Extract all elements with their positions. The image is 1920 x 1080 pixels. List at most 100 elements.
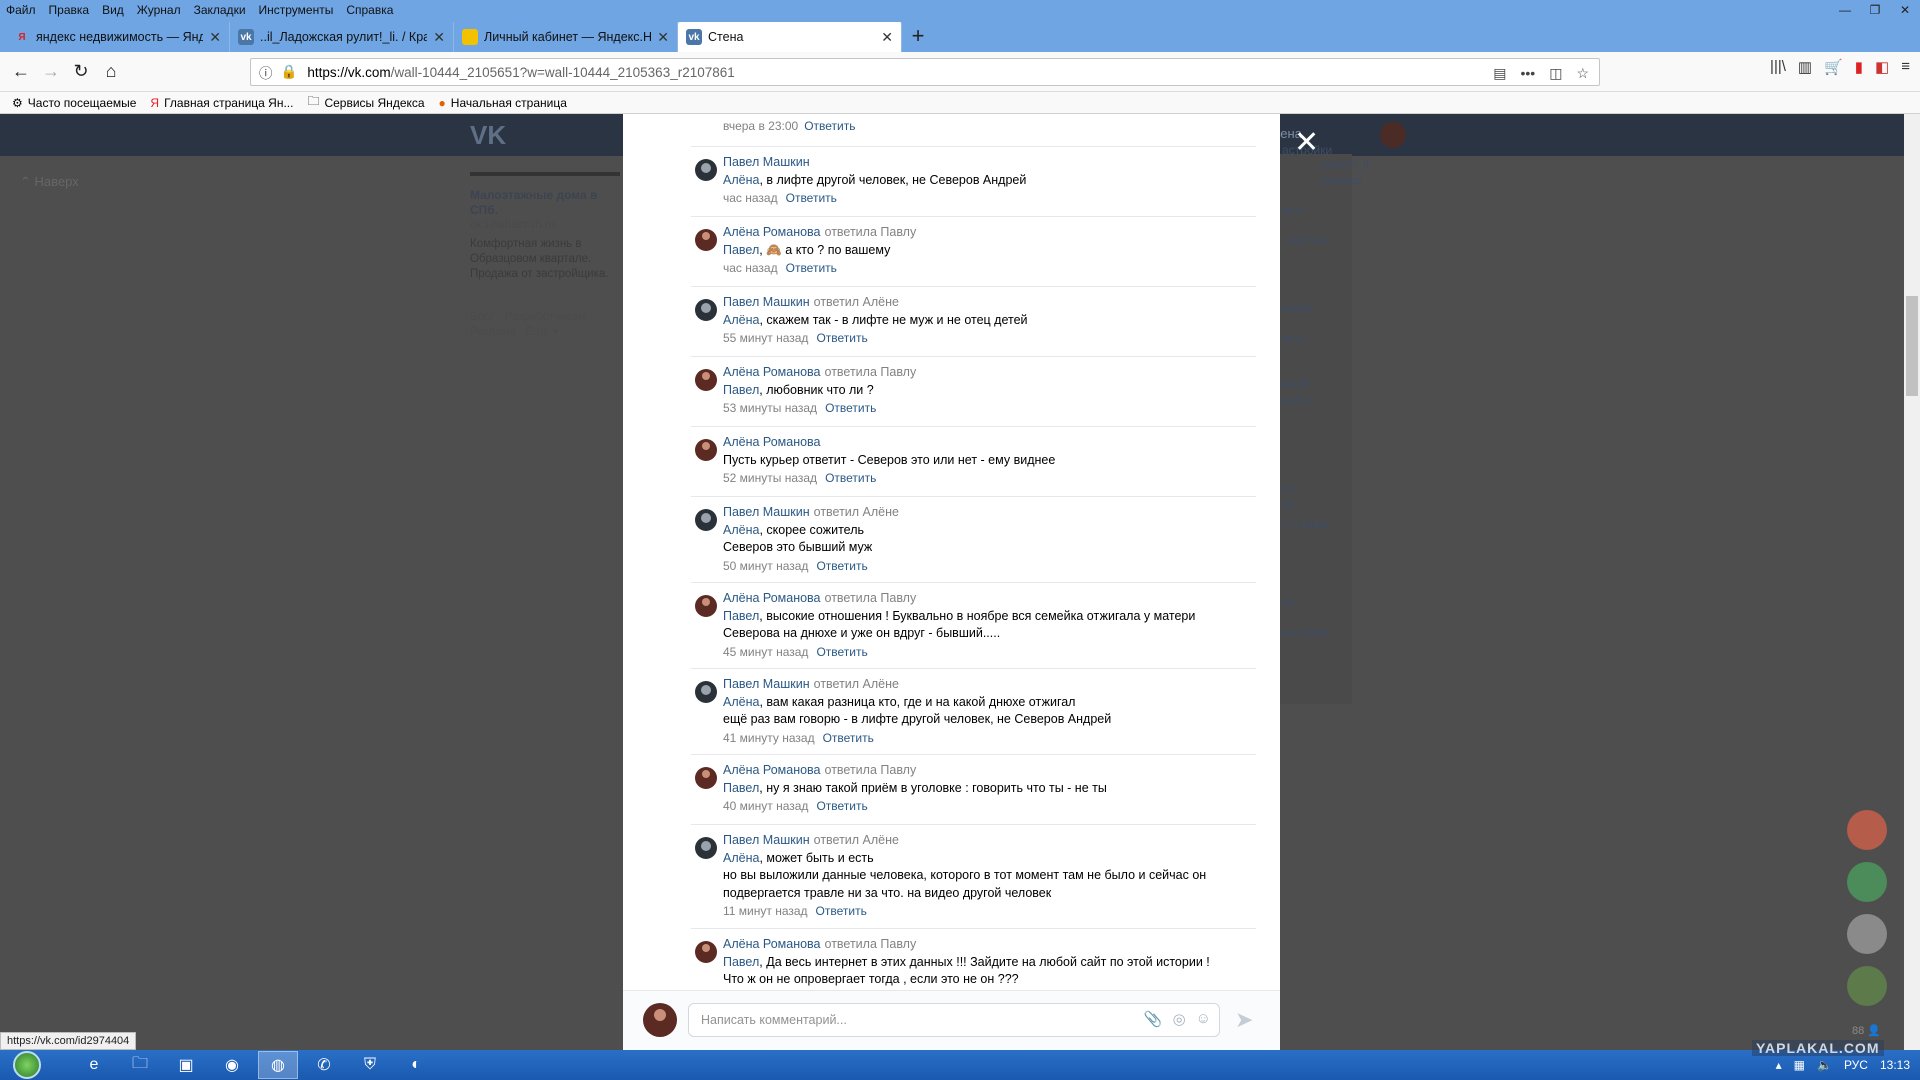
mention-link[interactable]: Алёна bbox=[723, 173, 759, 187]
mention-link[interactable]: Алёна bbox=[723, 523, 759, 537]
ie-icon[interactable]: e bbox=[74, 1051, 114, 1079]
viber-icon[interactable]: ✆ bbox=[304, 1051, 344, 1079]
tray-language[interactable]: РУС bbox=[1844, 1058, 1868, 1072]
comment-reply-target[interactable]: ответила Павлу bbox=[825, 225, 917, 239]
library-icon[interactable]: |||\ bbox=[1770, 58, 1786, 76]
reader-icon[interactable]: ▤ bbox=[1493, 65, 1506, 82]
mention-link[interactable]: Павел bbox=[723, 609, 759, 623]
close-icon[interactable]: ✕ bbox=[433, 29, 445, 46]
close-icon[interactable]: ✕ bbox=[209, 29, 221, 46]
menu-item[interactable]: Журнал bbox=[137, 3, 181, 17]
info-icon[interactable]: ⓘ bbox=[259, 62, 273, 82]
vk-logo[interactable]: VK bbox=[470, 120, 506, 151]
reply-link[interactable]: Ответить bbox=[816, 559, 867, 573]
comment-reply-target[interactable]: ответила Павлу bbox=[825, 365, 917, 379]
avatar[interactable] bbox=[695, 439, 717, 461]
comment-author[interactable]: Алёна Романова bbox=[723, 763, 821, 777]
bookmark-frequent[interactable]: ⚙ Часто посещаемые bbox=[12, 96, 136, 110]
footer-link[interactable]: Ещё ▾ bbox=[526, 326, 559, 338]
mention-link[interactable]: Алёна bbox=[723, 695, 759, 709]
footer-link[interactable]: Реклама bbox=[470, 326, 516, 338]
globe-icon[interactable]: ◐ bbox=[396, 1051, 436, 1079]
new-tab-button[interactable]: + bbox=[902, 22, 934, 52]
comment-reply-target[interactable]: ответила Павлу bbox=[825, 591, 917, 605]
tray-clock[interactable]: 13:13 bbox=[1880, 1058, 1910, 1072]
firefox-icon[interactable]: ◍ bbox=[258, 1051, 298, 1079]
menu-item[interactable]: Инструменты bbox=[259, 3, 334, 17]
attach-icon[interactable]: 📎 bbox=[1144, 1010, 1163, 1028]
menu-item[interactable]: Вид bbox=[102, 3, 124, 17]
comment-input[interactable]: Написать комментарий... 📎 ◎ ☺ bbox=[688, 1003, 1220, 1037]
menu-item[interactable]: Правка bbox=[49, 3, 90, 17]
reply-link[interactable]: Ответить bbox=[786, 191, 837, 205]
start-button[interactable] bbox=[8, 1050, 46, 1080]
avatar[interactable] bbox=[1847, 966, 1887, 1006]
comment-reply-target[interactable]: ответила Павлу bbox=[825, 937, 917, 951]
menu-item[interactable]: Файл bbox=[6, 3, 36, 17]
network-icon[interactable]: ▦ bbox=[1794, 1058, 1805, 1072]
comment-author[interactable]: Павел Машкин bbox=[723, 505, 810, 519]
avatar[interactable] bbox=[695, 941, 717, 963]
reply-link[interactable]: Ответить bbox=[816, 904, 867, 918]
comment-reply-target[interactable]: ответил Алёне bbox=[814, 505, 899, 519]
tray-arrow-icon[interactable]: ▴ bbox=[1776, 1058, 1782, 1072]
avatar[interactable] bbox=[695, 159, 717, 181]
restore-button[interactable]: ❐ bbox=[1860, 0, 1890, 20]
avatar[interactable] bbox=[695, 837, 717, 859]
star-icon[interactable]: ☆ bbox=[1576, 65, 1589, 82]
reload-icon[interactable]: ↻ bbox=[66, 57, 96, 87]
ad-image[interactable] bbox=[470, 172, 620, 176]
mention-link[interactable]: Павел bbox=[723, 243, 759, 257]
avatar[interactable] bbox=[695, 681, 717, 703]
comment-reply-target[interactable]: ответил Алёне bbox=[814, 677, 899, 691]
emoji-icon[interactable]: ☺ bbox=[1196, 1010, 1211, 1028]
mention-link[interactable]: Алёна bbox=[723, 851, 759, 865]
avatar[interactable] bbox=[1847, 810, 1887, 850]
bookmark-start-page[interactable]: ● Начальная страница bbox=[439, 96, 567, 110]
home-icon[interactable]: ⌂ bbox=[96, 57, 126, 87]
back-icon[interactable]: ← bbox=[6, 57, 36, 87]
close-window-button[interactable]: ✕ bbox=[1890, 0, 1920, 20]
reply-link[interactable]: Ответить bbox=[825, 401, 876, 415]
addon-icon[interactable]: ◧ bbox=[1875, 58, 1889, 76]
reply-link[interactable]: Ответить bbox=[786, 261, 837, 275]
comment-author[interactable]: Алёна Романова bbox=[723, 435, 821, 449]
avatar[interactable] bbox=[1847, 914, 1887, 954]
back-to-top[interactable]: ⌃ Наверх bbox=[20, 174, 79, 190]
pocket-icon[interactable]: ◫ bbox=[1549, 65, 1562, 82]
shield-icon[interactable]: ⛨ bbox=[350, 1051, 390, 1079]
menu-item[interactable]: Закладки bbox=[194, 3, 246, 17]
footer-link[interactable]: Разработчикам bbox=[504, 311, 586, 323]
sidebar-icon[interactable]: ▥ bbox=[1798, 58, 1812, 76]
chrome-icon[interactable]: ◉ bbox=[212, 1051, 252, 1079]
comment-reply-target[interactable]: ответил Алёне bbox=[814, 833, 899, 847]
url-bar[interactable]: ⓘ 🔒 https://vk.com/wall-10444_2105651?w=… bbox=[250, 58, 1600, 86]
page-scrollbar[interactable] bbox=[1904, 114, 1920, 1050]
comment-reply-target[interactable]: ответил Алёне bbox=[814, 295, 899, 309]
tab-2[interactable]: vk ..il_Ладожская рулит!_li. / Крас ✕ bbox=[230, 22, 454, 52]
reply-link[interactable]: Ответить bbox=[816, 331, 867, 345]
reply-link[interactable]: Ответить bbox=[804, 119, 855, 133]
avatar[interactable] bbox=[695, 595, 717, 617]
comment-author[interactable]: Павел Машкин bbox=[723, 677, 810, 691]
avatar[interactable] bbox=[695, 299, 717, 321]
hamburger-menu-icon[interactable]: ≡ bbox=[1901, 58, 1910, 76]
avatar[interactable] bbox=[695, 767, 717, 789]
camera-icon[interactable]: ◎ bbox=[1173, 1010, 1186, 1028]
close-icon[interactable]: ✕ bbox=[657, 29, 669, 46]
mention-link[interactable]: Алёна bbox=[723, 313, 759, 327]
avatar[interactable] bbox=[695, 509, 717, 531]
scrollbar-thumb[interactable] bbox=[1906, 296, 1918, 396]
avatar[interactable] bbox=[695, 229, 717, 251]
bookmark-yandex-home[interactable]: Я Главная страница Ян... bbox=[150, 96, 293, 110]
footer-link[interactable]: Блог bbox=[470, 311, 495, 323]
reply-link[interactable]: Ответить bbox=[816, 799, 867, 813]
reply-link[interactable]: Ответить bbox=[823, 731, 874, 745]
send-icon[interactable]: ➤ bbox=[1235, 1007, 1253, 1033]
comment-author[interactable]: Алёна Романова bbox=[723, 937, 821, 951]
comment-author[interactable]: Алёна Романова bbox=[723, 365, 821, 379]
minimize-button[interactable]: — bbox=[1830, 0, 1860, 20]
avatar[interactable] bbox=[1380, 122, 1406, 148]
close-icon[interactable]: ✕ bbox=[1294, 128, 1319, 158]
comment-author[interactable]: Павел Машкин bbox=[723, 295, 810, 309]
